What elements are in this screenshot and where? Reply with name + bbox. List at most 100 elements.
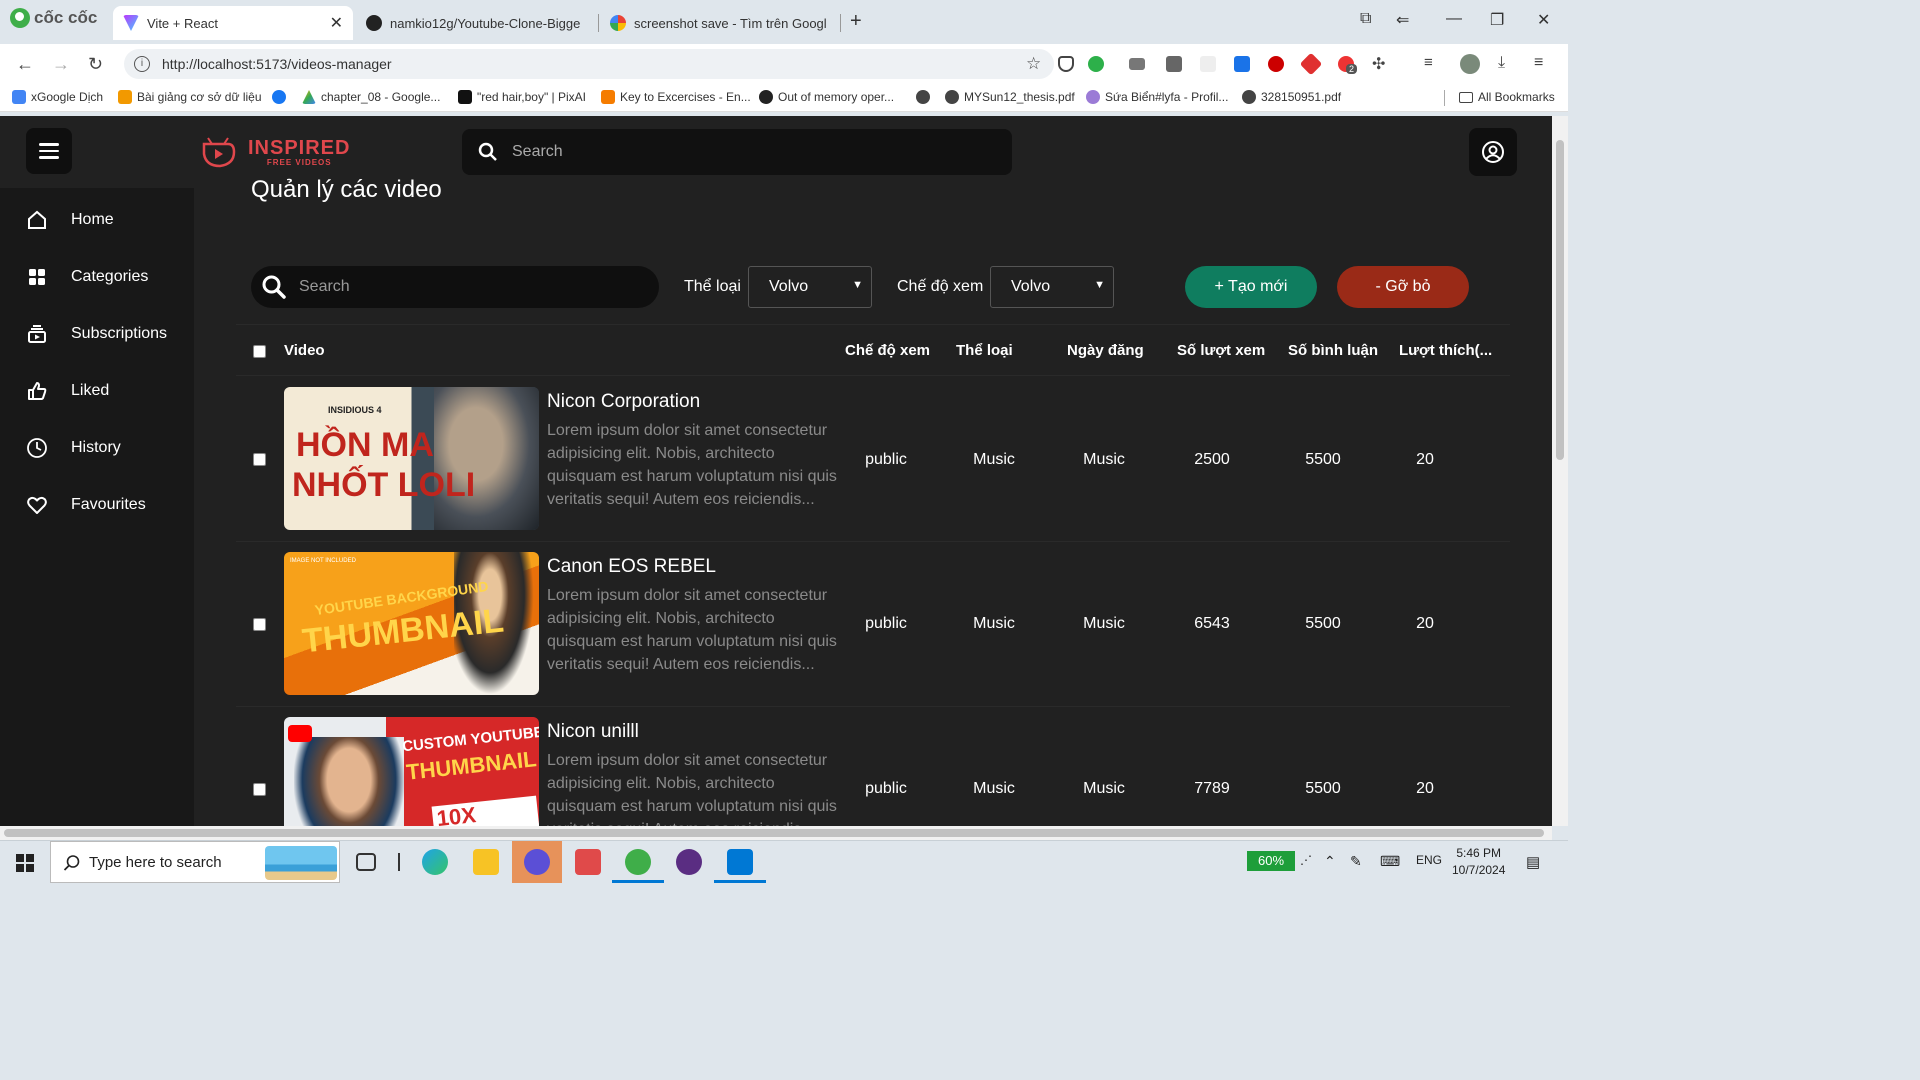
widgets-icon[interactable] [398, 853, 400, 871]
bookmark-item[interactable]: Out of memory oper... [759, 90, 894, 104]
coccoc-taskbar-icon[interactable] [625, 849, 651, 875]
video-thumbnail[interactable]: IMAGE NOT INCLUDED YOUTUBE BACKGROUND TH… [284, 552, 539, 695]
task-view-icon[interactable] [356, 853, 376, 871]
sidebar-item-categories[interactable]: Categories [0, 257, 194, 297]
vscode-icon[interactable] [727, 849, 753, 875]
downloads-icon[interactable]: ⤓ [1498, 54, 1505, 72]
bookmark-item[interactable]: Sứa Biển#lyfa - Profil... [1086, 90, 1228, 104]
extensions-puzzle-icon[interactable]: ✣ [1372, 54, 1385, 74]
site-info-icon[interactable]: i [134, 56, 150, 72]
top-search-bar[interactable] [462, 129, 1012, 175]
create-video-button[interactable]: + Tạo mới [1185, 266, 1317, 308]
reload-button[interactable]: ↻ [88, 54, 103, 75]
keyboard-icon[interactable]: ⌨ [1380, 853, 1400, 870]
omnibox[interactable]: i http://localhost:5173/videos-manager [124, 49, 1054, 79]
pen-icon[interactable]: ✎ [1350, 853, 1362, 870]
scrollbar-thumb[interactable] [1556, 140, 1564, 460]
genre-select[interactable]: Volvo ▼ [748, 266, 872, 308]
column-header-comments[interactable]: Số bình luận [1288, 342, 1378, 359]
sidebar-item-subscriptions[interactable]: Subscriptions [0, 314, 194, 354]
scrollbar-thumb[interactable] [4, 829, 1544, 837]
forward-button[interactable]: → [52, 54, 70, 75]
column-header-likes[interactable]: Lượt thích(... [1399, 342, 1492, 359]
url-text[interactable]: http://localhost:5173/videos-manager [162, 56, 392, 72]
file-explorer-icon[interactable] [473, 849, 499, 875]
sidebar-item-liked[interactable]: Liked [0, 371, 194, 411]
mode-select[interactable]: Volvo ▼ [990, 266, 1114, 308]
sidebar-item-favourites[interactable]: Favourites [0, 485, 194, 525]
screenshot-icon[interactable]: ⧉ [1360, 10, 1371, 28]
menu-toggle-button[interactable] [26, 128, 72, 174]
bookmark-star-icon[interactable]: ☆ [1026, 54, 1041, 74]
system-clock[interactable]: 5:46 PM 10/7/2024 [1452, 845, 1505, 879]
tab-vite-react[interactable]: Vite + React ✕ [113, 6, 353, 40]
close-window-button[interactable]: ✕ [1537, 10, 1550, 30]
bookmark-item[interactable]: 328150951.pdf [1242, 90, 1341, 104]
row-checkbox[interactable] [253, 783, 266, 796]
column-header-date[interactable]: Ngày đăng [1067, 342, 1144, 359]
extension-icon[interactable] [1200, 56, 1216, 72]
snipping-tool-icon[interactable] [575, 849, 601, 875]
restore-button[interactable]: ❐ [1490, 10, 1504, 30]
select-all-checkbox[interactable] [253, 345, 266, 358]
sidebar-item-history[interactable]: History [0, 428, 194, 468]
row-checkbox[interactable] [253, 453, 266, 466]
menu-icon[interactable]: ≡ [1534, 54, 1543, 72]
back-tabs-icon[interactable]: ⇐ [1396, 10, 1409, 30]
remove-video-button[interactable]: - Gỡ bỏ [1337, 266, 1469, 308]
battery-indicator[interactable]: 60% [1247, 851, 1295, 871]
app-logo[interactable]: INSPIRED FREE VIDEOS [198, 134, 350, 170]
column-header-genre[interactable]: Thể loại [956, 342, 1013, 359]
notification-icon[interactable]: ▤ [1526, 853, 1540, 871]
video-title[interactable]: Nicon unilll [547, 721, 639, 743]
taskbar-search[interactable]: Type here to search [50, 841, 340, 883]
windows-start-icon[interactable] [16, 854, 34, 872]
table-row[interactable]: IMAGE NOT INCLUDED YOUTUBE BACKGROUND TH… [236, 542, 1510, 707]
video-thumbnail[interactable]: INSIDIOUS 4 HỒN MA NHỐT LOLI [284, 387, 539, 530]
column-header-views[interactable]: Số lượt xem [1177, 342, 1265, 359]
account-button[interactable] [1469, 128, 1517, 176]
tab-github[interactable]: namkio12g/Youtube-Clone-Bigge [356, 6, 596, 40]
all-bookmarks[interactable]: All Bookmarks [1459, 90, 1555, 104]
video-search-bar[interactable] [251, 266, 659, 308]
record-extension-icon[interactable] [1268, 56, 1284, 72]
bookmark-item[interactable] [272, 90, 291, 104]
chevron-up-icon[interactable]: ⌃ [1324, 853, 1336, 870]
extension-icon[interactable] [1299, 52, 1323, 76]
column-header-video[interactable]: Video [284, 342, 325, 359]
new-tab-button[interactable]: + [850, 10, 862, 33]
bookmark-item[interactable]: xGoogle Dịch [12, 90, 103, 104]
table-row[interactable]: CUSTOM YOUTUBE THUMBNAIL 10X MORE Nicon … [236, 707, 1510, 826]
tab-close-icon[interactable]: ✕ [330, 13, 343, 33]
download-extension-icon[interactable] [1088, 56, 1104, 72]
github-desktop-icon[interactable] [676, 849, 702, 875]
idm-extension-icon[interactable] [1234, 56, 1250, 72]
shield-extension-icon[interactable] [1058, 56, 1074, 72]
bookmark-item[interactable] [916, 90, 935, 104]
video-title[interactable]: Canon EOS REBEL [547, 556, 716, 578]
minimize-button[interactable]: — [1446, 10, 1462, 28]
video-title[interactable]: Nicon Corporation [547, 391, 700, 413]
back-button[interactable]: ← [16, 54, 34, 75]
video-search-input[interactable] [299, 278, 639, 296]
table-row[interactable]: INSIDIOUS 4 HỒN MA NHỐT LOLI Nicon Corpo… [236, 377, 1510, 542]
sidebar-item-home[interactable]: Home [0, 200, 194, 240]
language-indicator[interactable]: ENG [1416, 853, 1442, 867]
bookmark-item[interactable]: Bài giảng cơ sở dữ liệu [118, 90, 262, 104]
edge-icon[interactable] [422, 849, 448, 875]
column-header-mode[interactable]: Chế độ xem [845, 342, 930, 359]
browser-logo[interactable]: cốc cốc [10, 8, 97, 28]
video-thumbnail[interactable]: CUSTOM YOUTUBE THUMBNAIL 10X MORE [284, 717, 539, 826]
bookmark-item[interactable]: MYSun12_thesis.pdf [945, 90, 1075, 104]
profile-avatar[interactable] [1460, 54, 1480, 74]
playlist-icon[interactable]: ≡ [1424, 54, 1433, 71]
bookmark-item[interactable]: Key to Excercises - En... [601, 90, 751, 104]
bookmark-item[interactable]: chapter_08 - Google... [302, 90, 440, 104]
network-icon[interactable]: ⋰ [1300, 853, 1312, 867]
vertical-scrollbar[interactable] [1552, 116, 1568, 826]
row-checkbox[interactable] [253, 618, 266, 631]
tab-google[interactable]: screenshot save - Tìm trên Googl [600, 6, 840, 40]
chrome-canary-icon[interactable] [524, 849, 550, 875]
bookmark-item[interactable]: "red hair,boy" | PixAI [458, 90, 586, 104]
extension-icon[interactable] [1129, 58, 1145, 70]
